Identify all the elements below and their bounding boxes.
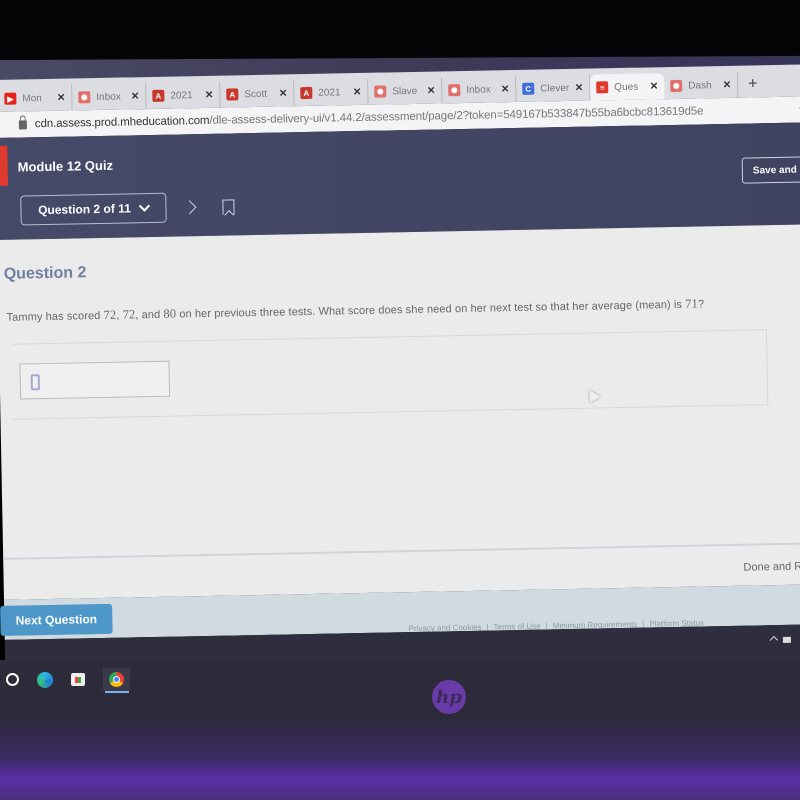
question-text-part: ? bbox=[697, 298, 705, 311]
tab-label: Ques bbox=[614, 81, 639, 93]
lock-icon bbox=[18, 119, 27, 130]
score-value: 80 bbox=[163, 306, 177, 321]
hp-logo: hp bbox=[432, 680, 466, 714]
mail-icon: ✺ bbox=[448, 84, 461, 97]
screen: ▶ Mon ✕ ✺ Inbox ✕ A 2021 ✕ A Scott ✕ A 2021 ✕ ✺ Slave ✕ ✺ I… bbox=[0, 64, 800, 680]
store-icon[interactable] bbox=[71, 673, 85, 686]
browser-tab[interactable]: ▶ Mon ✕ bbox=[0, 84, 73, 112]
question-selector-dropdown[interactable]: Question 2 of 11 bbox=[20, 192, 167, 226]
next-question-button[interactable]: Next Question bbox=[0, 603, 113, 636]
close-tab-icon[interactable]: ✕ bbox=[353, 86, 362, 97]
mheducation-icon: ≡ bbox=[596, 81, 609, 94]
score-value: 72 bbox=[103, 307, 117, 322]
close-tab-icon[interactable]: ✕ bbox=[131, 91, 140, 102]
tab-label: Inbox bbox=[96, 91, 121, 103]
search-icon[interactable] bbox=[6, 673, 19, 686]
close-tab-icon[interactable]: ✕ bbox=[279, 88, 288, 99]
browser-tab[interactable]: A 2021 ✕ bbox=[294, 78, 369, 107]
target-average-value: 71 bbox=[685, 296, 699, 311]
footer-divider bbox=[3, 542, 800, 560]
close-tab-icon[interactable]: ✕ bbox=[575, 82, 584, 93]
quiz-title: Module 12 Quiz bbox=[17, 157, 114, 175]
clever-icon: C bbox=[522, 82, 535, 95]
mail-icon: ✺ bbox=[670, 79, 683, 93]
next-question-arrow-icon[interactable] bbox=[182, 200, 197, 215]
system-tray bbox=[769, 635, 791, 645]
close-tab-icon[interactable]: ✕ bbox=[205, 89, 214, 100]
done-and-review-link[interactable]: Done and Revie bbox=[743, 560, 800, 574]
tab-label: Scott bbox=[244, 88, 268, 100]
tab-label: Slave bbox=[392, 85, 418, 97]
photo-background-top bbox=[0, 0, 800, 62]
browser-tab[interactable]: ✺ Dash ✕ bbox=[663, 71, 739, 100]
pdf-icon: A bbox=[300, 86, 313, 100]
question-text-part: on her previous three tests. What score … bbox=[176, 298, 686, 321]
mail-icon: ✺ bbox=[78, 91, 91, 104]
tab-label: 2021 bbox=[318, 86, 341, 99]
mheducation-logo bbox=[0, 145, 9, 186]
browser-tab[interactable]: ≡ Ques ✕ bbox=[590, 73, 665, 101]
new-tab-button[interactable]: + bbox=[738, 71, 768, 98]
score-value: 72 bbox=[122, 307, 136, 322]
tab-label: Inbox bbox=[466, 83, 491, 96]
answer-input[interactable] bbox=[19, 360, 171, 400]
edge-browser-icon[interactable] bbox=[37, 671, 53, 688]
close-tab-icon[interactable]: ✕ bbox=[650, 81, 659, 92]
chevron-down-icon bbox=[139, 200, 151, 212]
chrome-icon bbox=[109, 672, 124, 687]
browser-tab[interactable]: A 2021 ✕ bbox=[146, 81, 221, 110]
browser-tab[interactable]: ✺ Inbox ✕ bbox=[442, 75, 517, 104]
close-tab-icon[interactable]: ✕ bbox=[723, 79, 732, 90]
tab-label: Clever bbox=[540, 82, 569, 95]
question-text-part: Tammy has scored bbox=[6, 309, 104, 324]
mail-icon: ✺ bbox=[374, 85, 387, 98]
bookmark-icon[interactable] bbox=[222, 199, 235, 215]
close-tab-icon[interactable]: ✕ bbox=[57, 92, 66, 103]
browser-tab[interactable]: C Clever ✕ bbox=[516, 74, 591, 102]
browser-tab[interactable]: A Scott ✕ bbox=[220, 80, 295, 108]
pdf-icon: A bbox=[152, 89, 165, 102]
question-text-part: , and bbox=[135, 308, 164, 322]
question-heading: Question 2 bbox=[3, 264, 87, 283]
url-path: /dle-assess-delivery-ui/v1.44.2/assessme… bbox=[209, 105, 704, 127]
tab-label: Dash bbox=[688, 79, 712, 92]
close-tab-icon[interactable]: ✕ bbox=[501, 84, 510, 95]
pdf-icon: A bbox=[226, 88, 239, 101]
taskbar-icons bbox=[6, 668, 130, 693]
close-tab-icon[interactable]: ✕ bbox=[427, 85, 436, 96]
tab-label: 2021 bbox=[170, 89, 193, 102]
url-host: cdn.assess.prod.mheducation.com bbox=[34, 114, 210, 131]
question-text: Tammy has scored 72, 72, and 80 on her p… bbox=[6, 296, 704, 324]
chrome-taskbar-button[interactable] bbox=[103, 668, 130, 693]
question-content: Question 2 Tammy has scored 72, 72, and … bbox=[0, 224, 800, 600]
question-selector-label: Question 2 of 11 bbox=[38, 201, 131, 218]
save-and-exit-button[interactable]: Save and E bbox=[741, 156, 800, 184]
app-header: Module 12 Quiz Save and E Question 2 of … bbox=[0, 122, 800, 240]
tab-label: Mon bbox=[22, 92, 42, 104]
youtube-icon: ▶ bbox=[4, 92, 17, 105]
browser-tab[interactable]: ✺ Slave ✕ bbox=[368, 77, 443, 105]
tray-app-icon[interactable] bbox=[782, 636, 791, 643]
text-cursor-icon bbox=[30, 374, 40, 391]
browser-tab[interactable]: ✺ Inbox ✕ bbox=[72, 83, 147, 111]
